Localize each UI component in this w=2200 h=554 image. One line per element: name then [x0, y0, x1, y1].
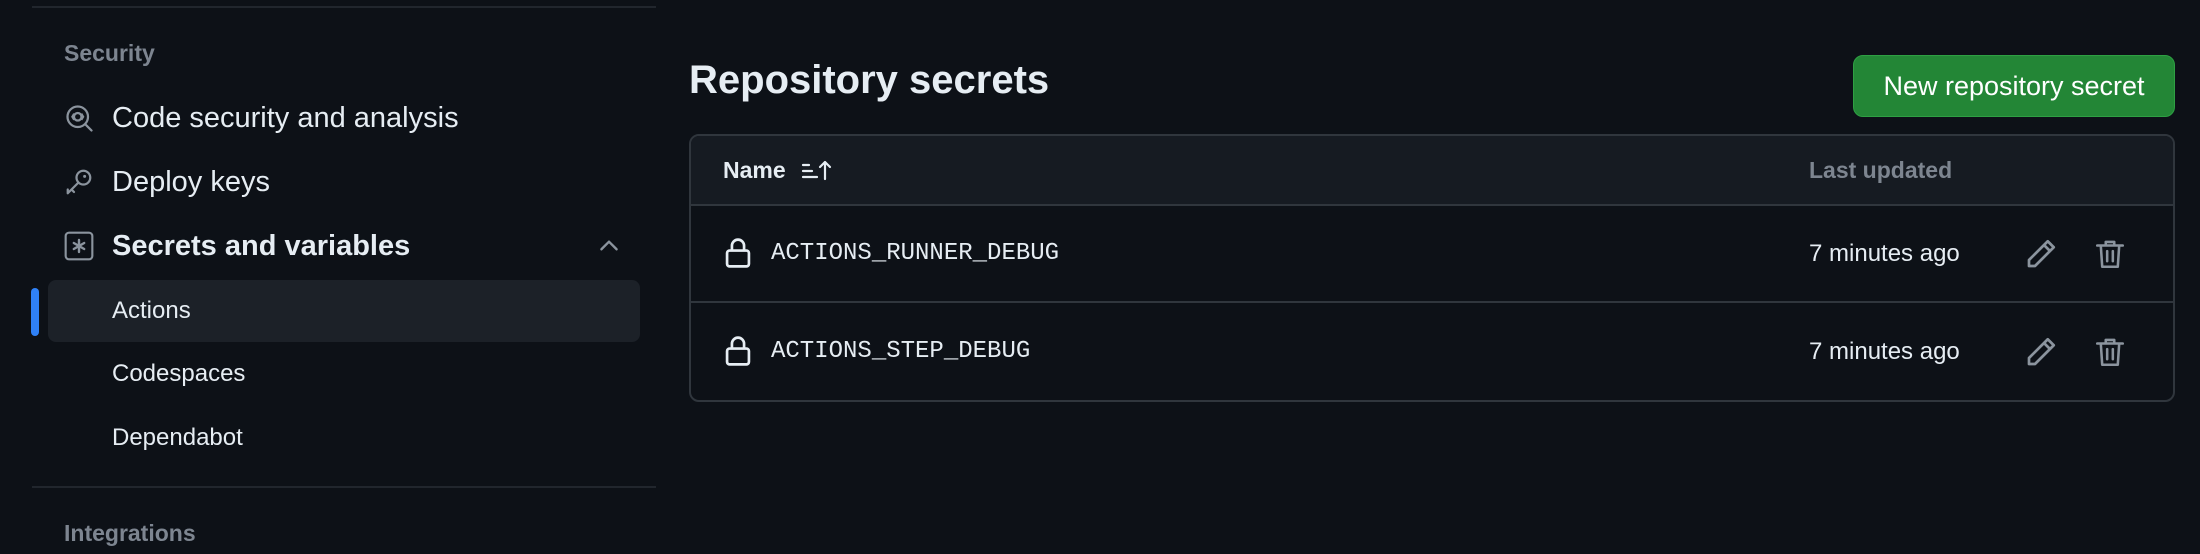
- trash-icon[interactable]: [2093, 334, 2127, 370]
- sidebar-subitem-label: Dependabot: [112, 424, 243, 451]
- sidebar-subitem-label: Actions: [112, 297, 191, 324]
- section-title-security: Security: [64, 40, 155, 66]
- sort-ascending-icon[interactable]: [800, 156, 834, 184]
- section-title-integrations: Integrations: [64, 520, 196, 546]
- sidebar-subitem-actions[interactable]: Actions: [48, 280, 640, 342]
- page-title: Repository secrets: [689, 58, 1050, 102]
- lock-icon: [723, 334, 753, 368]
- sidebar-item-label: Deploy keys: [112, 165, 270, 198]
- last-updated: 7 minutes ago: [1809, 240, 1960, 267]
- secret-name: ACTIONS_STEP_DEBUG: [771, 338, 1031, 365]
- sidebar-subitem-codespaces[interactable]: Codespaces: [48, 343, 640, 405]
- secret-name: ACTIONS_RUNNER_DEBUG: [771, 240, 1060, 267]
- sidebar-divider: [32, 6, 656, 8]
- sidebar-item-deploy-keys[interactable]: Deploy keys: [48, 151, 640, 213]
- sidebar-subitem-dependabot[interactable]: Dependabot: [48, 407, 640, 469]
- sidebar-divider: [32, 486, 656, 488]
- secrets-table: Name Last updated ACTIONS_RUNNER_DEBUG 7…: [689, 134, 2175, 402]
- table-row: ACTIONS_RUNNER_DEBUG 7 minutes ago: [691, 206, 2173, 303]
- lock-icon: [723, 236, 753, 270]
- new-repository-secret-button[interactable]: New repository secret: [1853, 55, 2175, 117]
- pencil-icon[interactable]: [2023, 334, 2059, 370]
- sidebar-item-secrets-and-variables[interactable]: Secrets and variables: [48, 215, 640, 277]
- settings-page: Security Code security and analysis Depl…: [0, 0, 2200, 554]
- settings-sidebar: Security Code security and analysis Depl…: [31, 0, 656, 554]
- last-updated: 7 minutes ago: [1809, 338, 1960, 365]
- sidebar-item-label: Secrets and variables: [112, 229, 411, 262]
- column-header-last-updated: Last updated: [1809, 157, 1953, 183]
- column-header-label: Name: [723, 156, 786, 183]
- key-icon: [62, 165, 96, 199]
- sidebar-subitem-label: Codespaces: [112, 360, 246, 387]
- table-header: Name Last updated: [691, 136, 2173, 206]
- column-header-name[interactable]: Name: [723, 156, 834, 184]
- pencil-icon[interactable]: [2023, 236, 2059, 272]
- codescan-icon: [62, 101, 96, 135]
- active-indicator: [31, 288, 39, 336]
- sidebar-item-code-security[interactable]: Code security and analysis: [48, 87, 640, 149]
- trash-icon[interactable]: [2093, 236, 2127, 272]
- asterisk-icon: [62, 229, 96, 263]
- main-content: Repository secrets New repository secret…: [689, 0, 2175, 554]
- table-row: ACTIONS_STEP_DEBUG 7 minutes ago: [691, 304, 2173, 400]
- chevron-up-icon[interactable]: [596, 233, 622, 259]
- sidebar-item-label: Code security and analysis: [112, 101, 459, 134]
